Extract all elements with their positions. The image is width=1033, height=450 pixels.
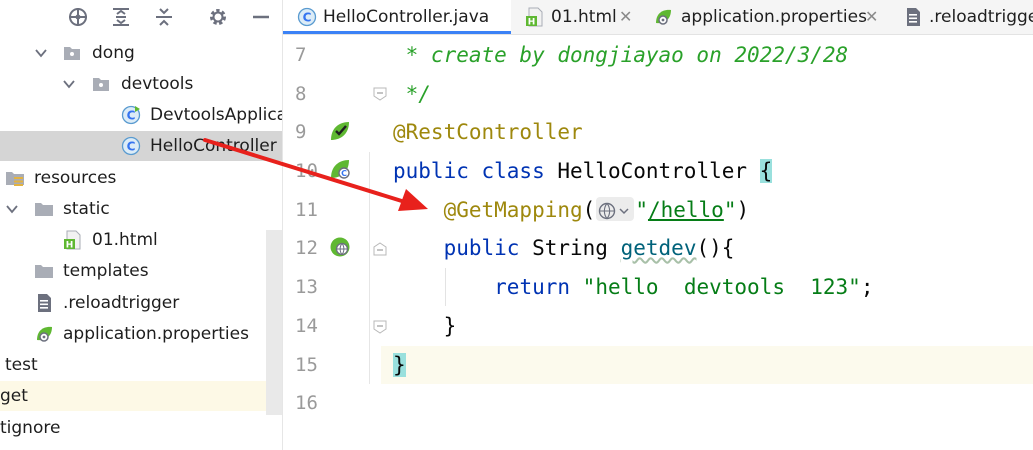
tree-item-devtools[interactable]: devtools	[0, 69, 282, 99]
svg-text:H: H	[528, 18, 536, 28]
code-area[interactable]: * create by dongjiayao on 2022/3/28 */ @…	[369, 35, 1033, 450]
line-number: 10	[295, 160, 318, 182]
project-toolbar	[0, 0, 282, 34]
request-mapping-icon[interactable]	[329, 236, 351, 258]
chevron-down-icon[interactable]	[5, 202, 19, 216]
line-number: 14	[295, 315, 318, 337]
close-icon[interactable]: ✕	[619, 7, 632, 26]
tree-item-label: application.properties	[63, 324, 249, 344]
matched-brace: }	[393, 353, 406, 377]
line-number: 9	[295, 121, 307, 143]
spring-properties-icon	[37, 326, 52, 342]
tree-item-label: resources	[34, 168, 117, 188]
expand-all-icon[interactable]	[110, 6, 132, 28]
matched-brace: {	[759, 159, 773, 183]
code-editor[interactable]: 7 8 9 10 11 12 13 14 15 16 C * create by…	[283, 35, 1033, 450]
project-panel: dong devtools C DevtoolsApplicat C Hello…	[0, 0, 283, 450]
code-line-12: public String getdev(){	[443, 236, 735, 260]
tree-item-application-properties[interactable]: application.properties	[0, 319, 282, 349]
tab-reloadtrigger[interactable]: .reloadtrigge	[889, 0, 1033, 34]
tab-label: application.properties	[681, 7, 867, 27]
spring-bean-icon[interactable]	[329, 120, 351, 142]
tree-item-gitignore[interactable]: tignore	[0, 413, 282, 443]
line-number: 8	[295, 83, 307, 105]
tree-item-dong[interactable]: dong	[0, 38, 282, 68]
tree-item-label: static	[63, 199, 110, 219]
tree-item-01-html[interactable]: H 01.html	[0, 225, 282, 255]
text-file-icon	[38, 294, 51, 312]
code-line-14: }	[443, 314, 457, 338]
code-line-13: return "hello devtools 123";	[494, 275, 874, 299]
tree-item-test[interactable]: test	[0, 350, 282, 380]
svg-text:C: C	[303, 11, 312, 25]
hide-panel-icon[interactable]	[250, 6, 272, 28]
svg-text:H: H	[66, 241, 74, 251]
line-number: 7	[295, 44, 307, 66]
html-file-icon: H	[526, 7, 543, 28]
tree-item-label: devtools	[121, 74, 194, 94]
package-icon	[64, 47, 80, 60]
code-line-8: */	[393, 82, 431, 106]
tree-item-label: tignore	[0, 418, 61, 438]
code-line-11: @GetMapping("/hello")	[443, 197, 750, 222]
code-line-7: * create by dongjiayao on 2022/3/28	[393, 43, 849, 67]
tree-item-label: .reloadtrigger	[63, 293, 180, 313]
tree-item-label: 01.html	[92, 230, 158, 250]
svg-text:C: C	[341, 169, 347, 178]
text-file-icon	[907, 8, 920, 26]
line-number: 15	[295, 354, 318, 376]
globe-inlay-icon[interactable]	[596, 197, 635, 221]
tree-item-templates[interactable]: templates	[0, 256, 282, 286]
chevron-down-icon[interactable]	[34, 46, 48, 60]
tab-application-properties[interactable]: application.properties ✕	[639, 0, 889, 34]
tree-item-label: templates	[63, 261, 149, 281]
folder-icon	[35, 203, 53, 216]
tree-item-target[interactable]: get	[0, 381, 266, 411]
gear-icon[interactable]	[207, 6, 229, 28]
line-number: 13	[295, 276, 318, 298]
code-line-9: @RestController	[393, 120, 583, 144]
class-icon: C	[297, 7, 317, 27]
tree-item-hello-controller[interactable]: C HelloController	[0, 131, 282, 161]
tree-item-label: dong	[92, 43, 135, 63]
tree-item-label: DevtoolsApplicat	[150, 105, 283, 125]
tab-label: HelloController.java	[323, 7, 490, 27]
svg-text:C: C	[127, 109, 136, 123]
line-number: 12	[295, 237, 318, 259]
editor-gutter: 7 8 9 10 11 12 13 14 15 16 C	[283, 35, 387, 450]
tab-hello-controller[interactable]: C HelloController.java	[283, 0, 511, 34]
tree-item-devtools-application[interactable]: C DevtoolsApplicat	[0, 100, 282, 130]
tree-item-label: HelloController	[150, 136, 277, 156]
collapse-all-icon[interactable]	[153, 6, 175, 28]
tree-item-resources[interactable]: resources	[0, 163, 282, 193]
folder-icon	[35, 265, 53, 278]
spring-properties-icon	[656, 9, 671, 25]
tree-item-label: test	[5, 355, 38, 375]
project-scrollbar[interactable]	[266, 230, 282, 415]
tree-item-static[interactable]: static	[0, 194, 282, 224]
close-icon[interactable]: ✕	[865, 7, 878, 26]
code-line-10: public class HelloController {	[393, 159, 773, 183]
line-number: 16	[295, 392, 318, 414]
spring-boot-class-icon: C	[121, 105, 141, 125]
class-icon: C	[121, 136, 141, 156]
tab-label: 01.html	[551, 7, 617, 27]
code-line-15: }	[393, 346, 406, 384]
svg-text:C: C	[127, 140, 136, 154]
html-file-icon: H	[64, 230, 81, 251]
editor-tabs: C HelloController.java H 01.html ✕ appli…	[283, 0, 1033, 35]
tab-label: .reloadtrigge	[929, 7, 1033, 27]
tree-item-label: get	[0, 386, 28, 406]
chevron-down-icon[interactable]	[62, 77, 76, 91]
resources-folder-icon	[6, 172, 24, 186]
locate-file-icon[interactable]	[67, 6, 89, 28]
tab-01-html[interactable]: H 01.html ✕	[511, 0, 633, 34]
tree-item-reloadtrigger[interactable]: .reloadtrigger	[0, 288, 282, 318]
line-number: 11	[295, 199, 318, 221]
indent-guide	[369, 152, 370, 384]
url-path-link[interactable]: /hello	[648, 198, 724, 222]
package-icon	[93, 78, 109, 91]
spring-bean-icon[interactable]: C	[329, 158, 351, 180]
